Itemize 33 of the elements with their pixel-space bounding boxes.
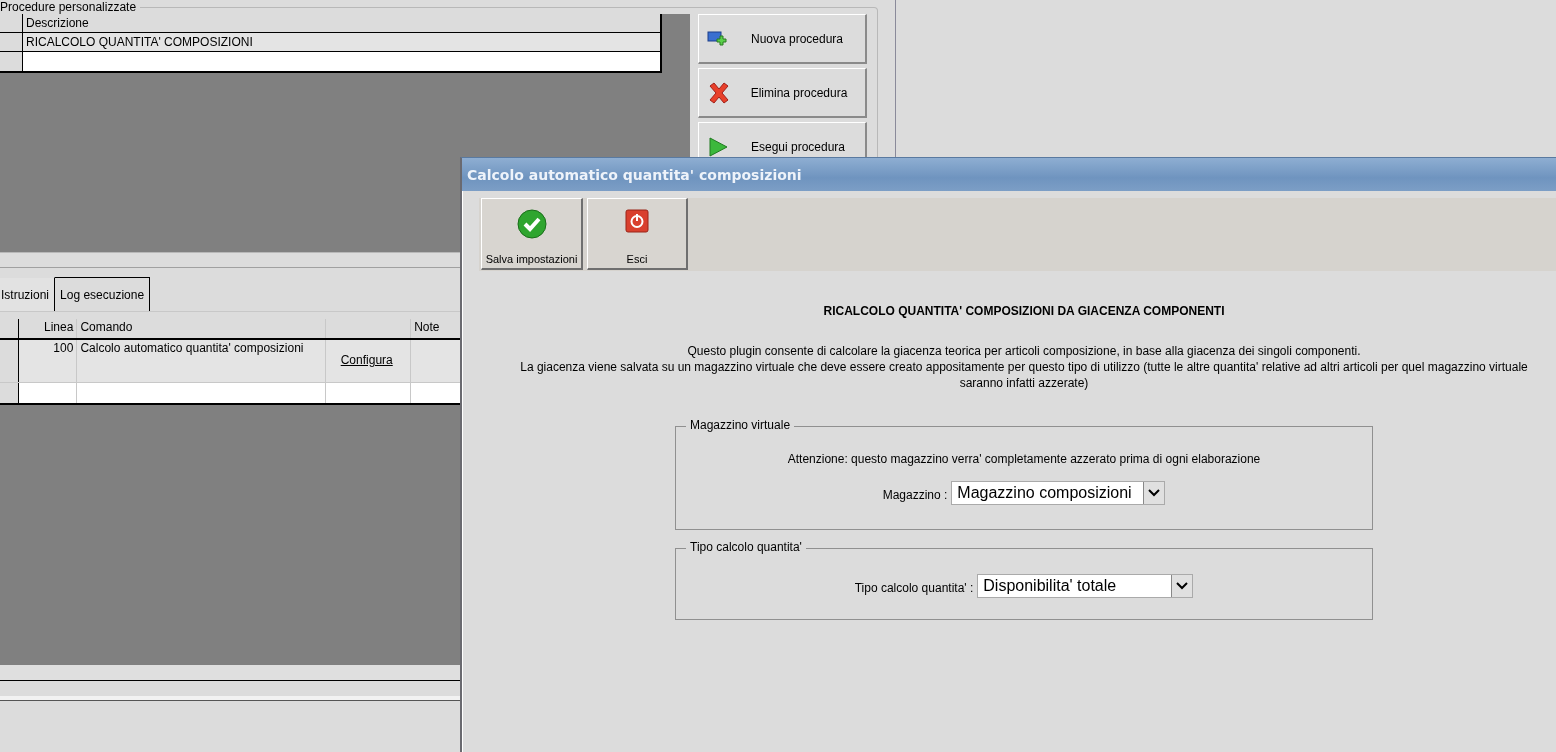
section-heading: RICALCOLO QUANTITA' COMPOSIZIONI DA GIACENZA COMPONENTI (823, 304, 1225, 318)
description-text: La giacenza viene salvata su un magazzino virtuale che deve essere creato appositamente per questo tipo di utilizzo (tutte le altre quantita' relative ad altri articoli per quel magazzino virtuale saranno infatti azzerate) (519, 359, 1529, 391)
cross-icon (707, 80, 731, 105)
play-icon (707, 135, 729, 158)
column-header: Descrizione (22, 14, 661, 33)
warning-text: Attenzione: questo magazzino verra' completamente azzerato prima di ogni elaborazione (787, 452, 1261, 466)
dropdown-caret-icon (1171, 575, 1193, 597)
dropdown-caret-icon (1143, 482, 1165, 504)
checkmark-icon (516, 209, 547, 239)
group-title: Procedure personalizzate (0, 0, 141, 14)
dropdown-field[interactable]: Magazzino composizioni (951, 481, 1166, 505)
power-icon (625, 209, 649, 233)
description-text: Questo plugin consente di calcolare la giacenza teorica per articoli composizione, in base alla giacenza dei singoli componenti. (686, 343, 1362, 359)
toolbar-button[interactable]: Salva impostazioni (481, 198, 583, 270)
column-header: Comando (76, 319, 326, 339)
group-title: Magazzino virtuale (686, 418, 795, 432)
action-button[interactable]: Elimina procedura (698, 68, 867, 118)
tab[interactable]: Log esecuzione (55, 277, 151, 311)
action-button[interactable]: Nuova procedura (698, 14, 867, 64)
row-header (0, 32, 23, 52)
row-header (0, 14, 23, 33)
table-cell: Calcolo automatico quantita' composizioni (76, 339, 326, 383)
field-label: Magazzino : (882, 487, 948, 502)
table-cell: 100 (18, 339, 77, 383)
dropdown-field[interactable]: Disponibilita' totale (977, 574, 1194, 598)
window-add-icon (707, 29, 727, 48)
configure-link[interactable]: Configura (340, 353, 393, 367)
column-header: Linea (18, 319, 77, 339)
window-title: Calcolo automatico quantita' composizioni (462, 158, 1556, 191)
toolbar-button[interactable]: Esci (587, 198, 688, 270)
tab[interactable]: Istruzioni (0, 277, 56, 311)
group-title: Tipo calcolo quantita' (686, 540, 806, 554)
field-label: Tipo calcolo quantita' : (854, 580, 974, 595)
